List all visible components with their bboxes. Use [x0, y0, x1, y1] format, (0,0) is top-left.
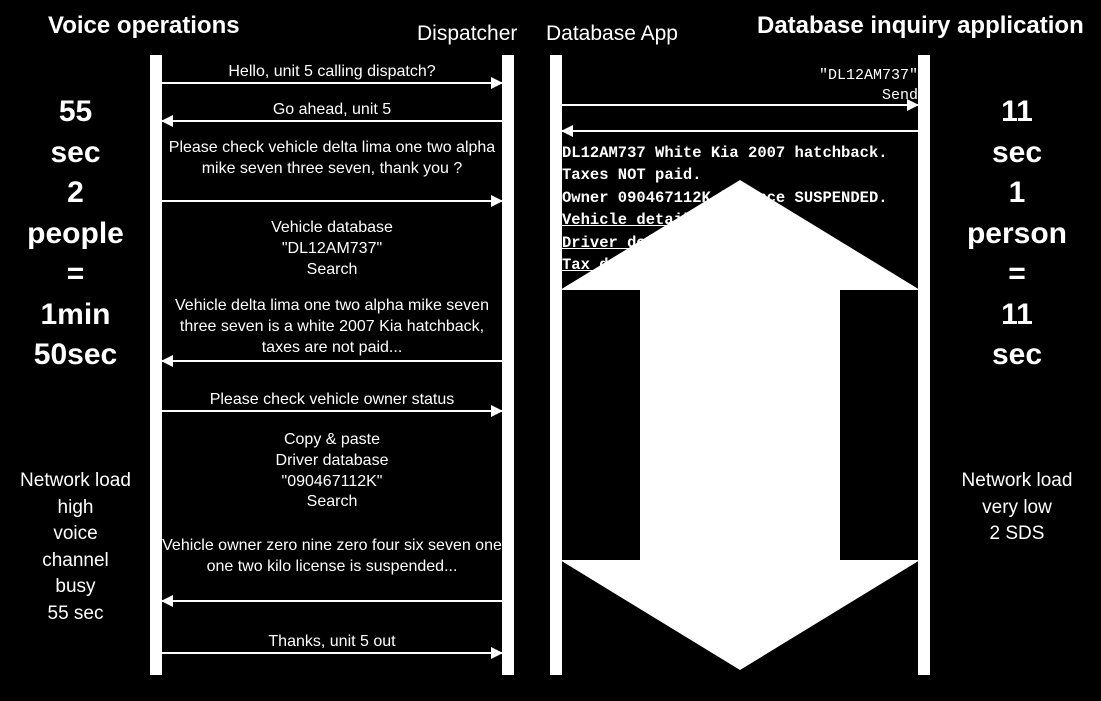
stat-line: people: [8, 214, 143, 255]
arrow-right-icon: [162, 410, 502, 412]
arrow-right-icon: [162, 652, 502, 654]
lifeline-dispatcher: [502, 55, 514, 675]
db-line: Owner 090467112K licence SUSPENDED.: [562, 187, 918, 209]
arrow-left-icon: [162, 360, 502, 362]
arrow-left-icon: [162, 600, 502, 602]
stat-line: 50sec: [8, 335, 143, 376]
stat-line: 11: [952, 92, 1082, 133]
arrow-right-icon: [162, 82, 502, 84]
db-stats-block: 11 sec 1 person = 11 sec: [952, 92, 1082, 376]
stat-line: sec: [8, 133, 143, 174]
arrow-right-icon: [562, 104, 918, 106]
header-voice-operations: Voice operations: [48, 12, 240, 40]
stat-line: =: [952, 254, 1082, 295]
db-link-driver-details[interactable]: Driver det: [562, 232, 918, 254]
msg-check-vehicle: Please check vehicle delta lima one two …: [162, 138, 502, 180]
msg-vehicle-db-search: Vehicle database "DL12AM737" Search: [162, 218, 502, 280]
header-database-inquiry-app: Database inquiry application: [757, 12, 1084, 40]
arrow-left-icon: [562, 130, 918, 132]
note-line: channel: [8, 548, 143, 575]
note-line: high: [8, 495, 143, 522]
db-link-vehicle-details[interactable]: Vehicle details: [562, 209, 918, 231]
note-line: very low: [952, 495, 1082, 522]
note-line: voice: [8, 521, 143, 548]
note-line: Network load: [8, 468, 143, 495]
header-dispatcher: Dispatcher: [417, 22, 517, 46]
db-network-note: Network load very low 2 SDS: [952, 468, 1082, 548]
header-database-app: Database App: [546, 22, 678, 46]
note-line: Network load: [952, 468, 1082, 495]
stat-line: 55: [8, 92, 143, 133]
db-line: Taxes NOT paid.: [562, 164, 918, 186]
msg-owner-result: Vehicle owner zero nine zero four six se…: [162, 536, 502, 578]
voice-network-note: Network load high voice channel busy 55 …: [8, 468, 143, 628]
stat-line: 1min: [8, 295, 143, 336]
voice-stats-block: 55 sec 2 people = 1min 50sec: [8, 92, 143, 376]
stat-line: sec: [952, 133, 1082, 174]
db-link-tax-details[interactable]: Tax d: [562, 254, 918, 276]
stat-line: 11: [952, 295, 1082, 336]
msg-thanks-out: Thanks, unit 5 out: [162, 632, 502, 653]
msg-go-ahead: Go ahead, unit 5: [162, 100, 502, 121]
note-line: 55 sec: [8, 601, 143, 628]
msg-vehicle-result: Vehicle delta lima one two alpha mike se…: [162, 296, 502, 358]
lifeline-db-app: [550, 55, 562, 675]
arrow-left-icon: [162, 120, 502, 122]
db-response-block: DL12AM737 White Kia 2007 hatchback. Taxe…: [562, 142, 918, 277]
arrow-right-icon: [162, 200, 502, 202]
msg-check-owner: Please check vehicle owner status: [162, 390, 502, 411]
stat-line: person: [952, 214, 1082, 255]
stat-line: sec: [952, 335, 1082, 376]
msg-driver-db-search: Copy & paste Driver database "090467112K…: [162, 430, 502, 513]
db-plate-value: "DL12AM737": [562, 66, 918, 86]
note-line: busy: [8, 574, 143, 601]
db-send-block: "DL12AM737" Send: [562, 66, 918, 107]
stat-line: =: [8, 254, 143, 295]
msg-hello-dispatch: Hello, unit 5 calling dispatch?: [162, 62, 502, 83]
db-line: DL12AM737 White Kia 2007 hatchback.: [562, 142, 918, 164]
note-line: 2 SDS: [952, 521, 1082, 548]
stat-line: 1: [952, 173, 1082, 214]
lifeline-db-server: [918, 55, 930, 675]
stat-line: 2: [8, 173, 143, 214]
